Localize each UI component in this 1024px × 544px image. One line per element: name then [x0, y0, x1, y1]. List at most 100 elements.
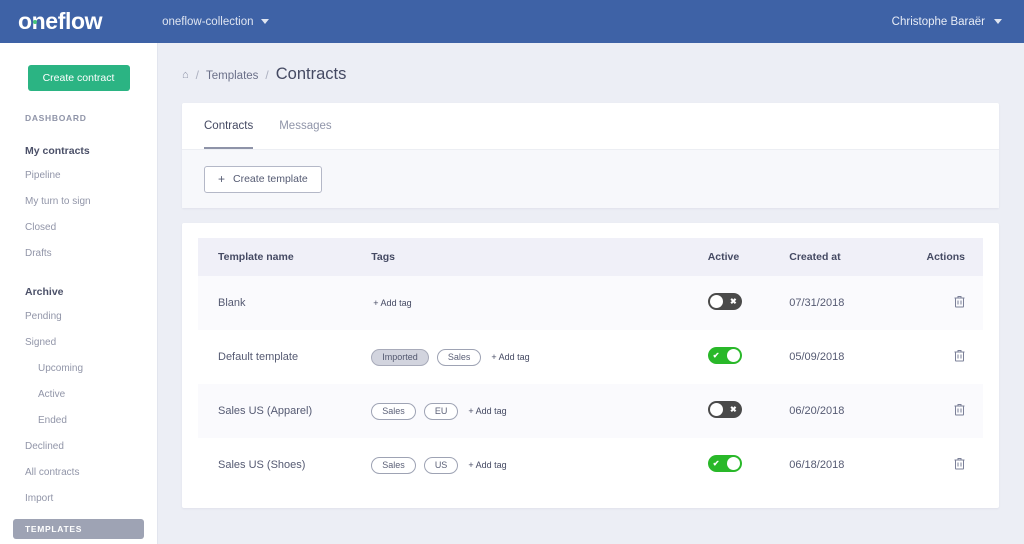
main-content: ⌂ / Templates / Contracts Contracts Mess… — [159, 43, 1024, 544]
table-row[interactable]: Sales US (Shoes) Sales US + Add tag ✔ 06… — [198, 438, 983, 492]
sidebar-item-active[interactable]: Active — [0, 389, 157, 401]
logo-dot-icon — [33, 20, 37, 24]
tag-chip[interactable]: Sales — [371, 456, 416, 474]
user-menu[interactable]: Christophe Baraër — [892, 16, 1002, 28]
sidebar-item-declined[interactable]: Declined — [0, 441, 157, 453]
home-icon[interactable]: ⌂ — [182, 70, 189, 81]
active-toggle[interactable]: ✔ — [707, 455, 742, 472]
tag-chip[interactable]: Sales — [371, 402, 416, 420]
column-header-active: Active — [707, 251, 740, 263]
active-toggle[interactable]: ✖ — [707, 293, 742, 310]
create-template-button[interactable]: + Create template — [204, 165, 322, 193]
breadcrumb: ⌂ / Templates / Contracts — [159, 43, 1024, 84]
cell-actions — [912, 384, 983, 438]
active-toggle[interactable]: ✖ — [707, 401, 742, 418]
collection-selector[interactable]: oneflow-collection — [162, 15, 269, 28]
cell-active: ✖ — [707, 384, 790, 438]
toggle-knob — [726, 457, 740, 470]
user-name-label: Christophe Baraër — [891, 15, 985, 28]
column-header-created-at: Created at — [789, 251, 841, 263]
breadcrumb-separator-1: / — [195, 68, 199, 82]
tag-chip[interactable]: Imported — [371, 348, 429, 366]
toggle-knob — [709, 403, 723, 416]
add-tag-button[interactable]: + Add tag — [468, 406, 506, 416]
active-toggle[interactable]: ✔ — [707, 347, 742, 364]
cell-created-at: 07/31/2018 — [789, 297, 845, 309]
cell-tags: Imported Sales + Add tag — [371, 330, 707, 384]
column-header-template-name: Template name — [218, 251, 294, 263]
cell-active: ✔ — [707, 330, 790, 384]
cell-actions — [912, 330, 983, 384]
oneflow-logo[interactable]: oneflow — [18, 10, 102, 33]
sidebar-nav: DASHBOARD My contracts Pipeline My turn … — [0, 113, 157, 544]
tags-list: Sales US + Add tag — [371, 456, 707, 474]
collection-label: oneflow-collection — [162, 15, 254, 28]
toggle-knob — [709, 295, 723, 308]
tag-chip[interactable]: EU — [423, 402, 459, 420]
table-head: Template name Tags Active Created at Act… — [198, 238, 983, 276]
table-row[interactable]: Sales US (Apparel) Sales EU + Add tag ✖ — [198, 384, 983, 438]
sidebar-group-archive: Archive — [25, 286, 64, 298]
chevron-down-icon — [260, 19, 269, 24]
sidebar-item-templates[interactable]: TEMPLATES — [13, 519, 144, 539]
tags-list: + Add tag — [371, 298, 707, 308]
sidebar-group-my-contracts: My contracts — [25, 145, 90, 157]
trash-icon[interactable] — [954, 295, 965, 308]
sidebar: Create contract DASHBOARD My contracts P… — [0, 43, 158, 544]
cell-created-at: 06/20/2018 — [789, 405, 845, 417]
table-row[interactable]: Default template Imported Sales + Add ta… — [198, 330, 983, 384]
column-header-actions: Actions — [926, 251, 965, 263]
sidebar-item-import[interactable]: Import — [0, 493, 157, 505]
cell-active: ✖ — [707, 276, 790, 330]
trash-icon[interactable] — [954, 457, 965, 470]
tags-list: Sales EU + Add tag — [371, 402, 707, 420]
tab-messages[interactable]: Messages — [279, 103, 331, 149]
toggle-off-icon: ✖ — [730, 405, 737, 414]
toggle-on-icon: ✔ — [712, 459, 720, 468]
create-contract-button[interactable]: Create contract — [27, 65, 130, 91]
chevron-down-icon — [994, 19, 1002, 24]
sidebar-item-upcoming[interactable]: Upcoming — [0, 363, 157, 375]
toggle-off-icon: ✖ — [730, 297, 737, 306]
sidebar-item-pipeline[interactable]: Pipeline — [0, 170, 157, 182]
tab-bar: Contracts Messages — [182, 103, 999, 149]
toggle-on-icon: ✔ — [712, 351, 720, 360]
toolbar: + Create template — [182, 149, 999, 208]
cell-template-name: Blank — [218, 297, 246, 309]
cell-actions — [912, 276, 983, 330]
table-row[interactable]: Blank + Add tag ✖ 07/31/2018 — [198, 276, 983, 330]
trash-icon[interactable] — [954, 349, 965, 362]
sidebar-item-all-contracts[interactable]: All contracts — [0, 467, 157, 479]
cell-created-at: 06/18/2018 — [789, 459, 845, 471]
tags-list: Imported Sales + Add tag — [371, 348, 707, 366]
sidebar-item-signed[interactable]: Signed — [0, 337, 157, 349]
cell-created-at: 05/09/2018 — [789, 351, 845, 363]
logo-text: oneflow — [18, 8, 103, 34]
sidebar-item-closed[interactable]: Closed — [0, 222, 157, 234]
breadcrumb-link-templates[interactable]: Templates — [206, 70, 258, 82]
tag-chip[interactable]: Sales — [436, 348, 482, 366]
templates-table-card: Template name Tags Active Created at Act… — [182, 223, 999, 508]
sidebar-item-pending[interactable]: Pending — [0, 311, 157, 323]
cell-actions — [912, 438, 983, 492]
sidebar-item-ended[interactable]: Ended — [0, 415, 157, 427]
sidebar-item-my-turn-to-sign[interactable]: My turn to sign — [0, 196, 157, 208]
tag-chip[interactable]: US — [423, 456, 459, 474]
toggle-knob — [726, 349, 740, 362]
sidebar-item-drafts[interactable]: Drafts — [0, 248, 157, 260]
cell-tags: + Add tag — [371, 276, 707, 330]
cell-tags: Sales EU + Add tag — [371, 384, 707, 438]
add-tag-button[interactable]: + Add tag — [468, 460, 506, 470]
cell-tags: Sales US + Add tag — [371, 438, 707, 492]
cell-active: ✔ — [707, 438, 790, 492]
table-body: Blank + Add tag ✖ 07/31/2018 Default tem… — [198, 276, 983, 492]
add-tag-button[interactable]: + Add tag — [491, 352, 529, 362]
breadcrumb-separator-2: / — [265, 68, 269, 82]
tab-contracts[interactable]: Contracts — [204, 103, 254, 149]
trash-icon[interactable] — [954, 403, 965, 416]
add-tag-button[interactable]: + Add tag — [373, 298, 411, 308]
cell-template-name: Sales US (Shoes) — [218, 459, 306, 471]
sidebar-section-dashboard: DASHBOARD — [25, 113, 87, 123]
top-navigation-bar: oneflow oneflow-collection Christophe Ba… — [0, 0, 1024, 43]
